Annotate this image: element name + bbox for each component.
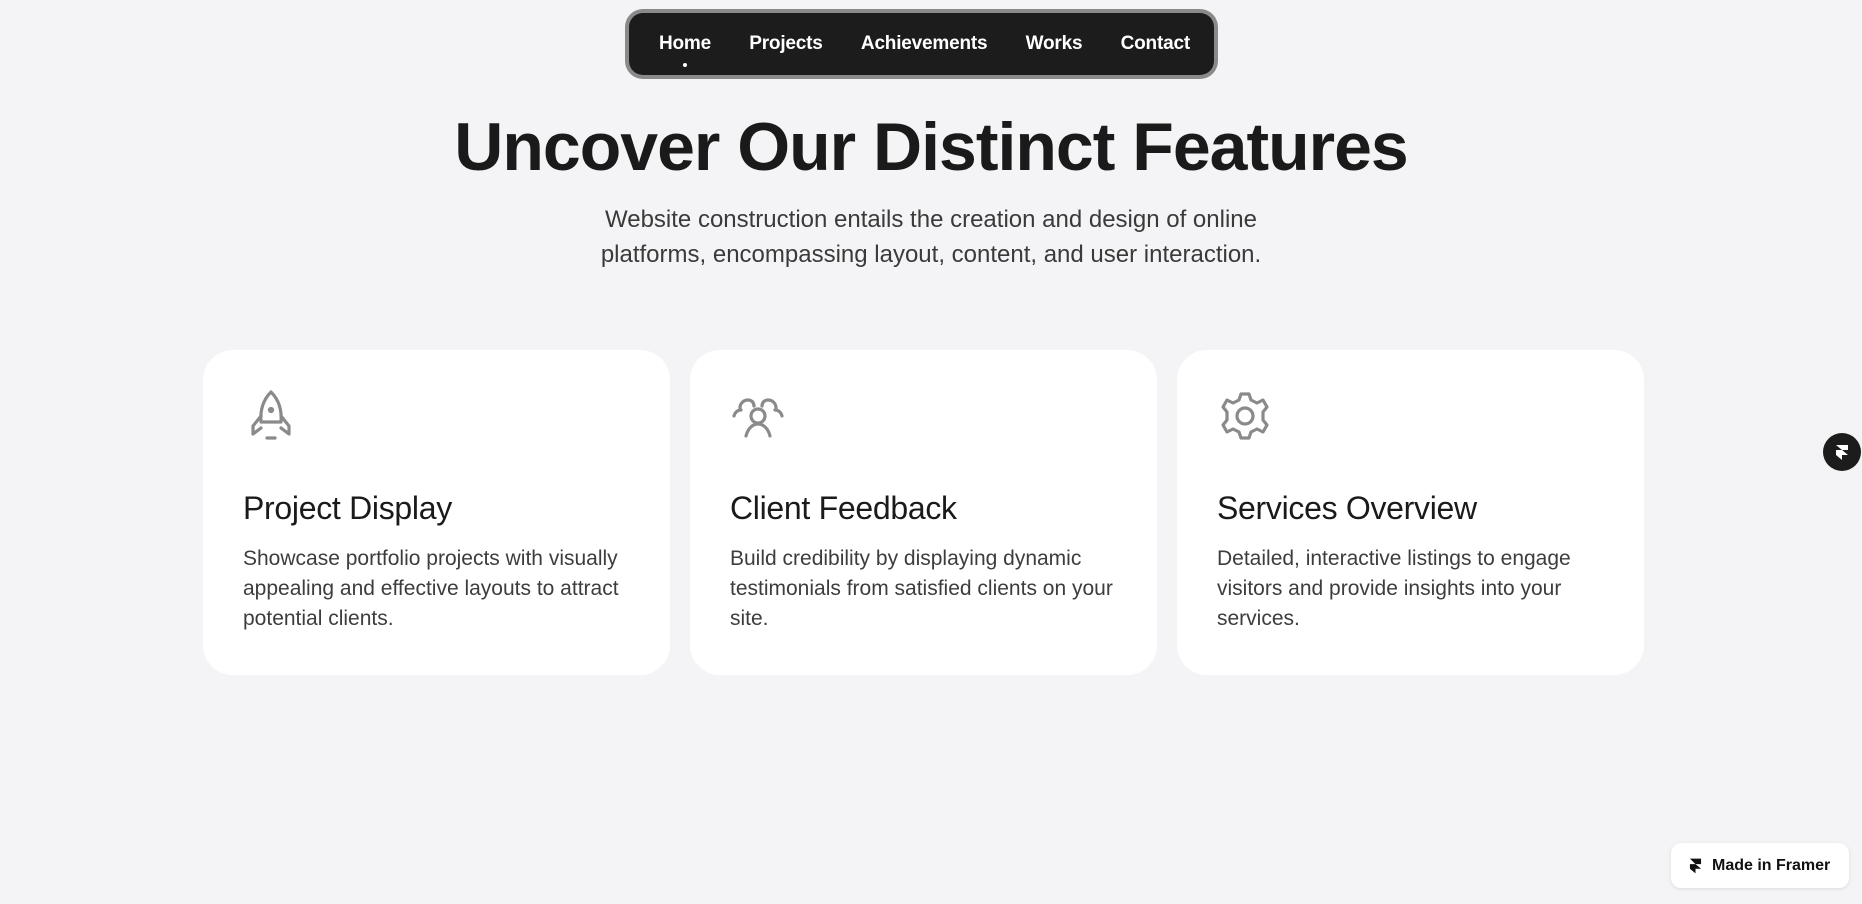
active-indicator-dot — [683, 63, 687, 67]
nav-item-contact[interactable]: Contact — [1120, 33, 1191, 55]
framer-logo-icon — [1689, 858, 1702, 873]
nav-item-label: Achievements — [860, 33, 988, 54]
card-text: Detailed, interactive listings to engage… — [1217, 547, 1571, 630]
made-in-framer-label: Made in Framer — [1712, 856, 1831, 874]
nav-item-works[interactable]: Works — [1026, 33, 1083, 55]
card-text: Showcase portfolio projects with visuall… — [243, 547, 619, 630]
rocket-icon — [251, 390, 291, 440]
card-title: Client Feedback — [730, 490, 957, 526]
card-text: Build credibility by displaying dynamic … — [730, 547, 1113, 630]
page-title: Uncover Our Distinct Features — [454, 109, 1408, 185]
users-icon — [732, 398, 784, 438]
nav-item-projects[interactable]: Projects — [749, 33, 823, 55]
nav-bar: Home Projects Achievements Works Contact — [625, 9, 1218, 79]
nav: Home Projects Achievements Works Contact — [629, 13, 1214, 75]
nav-item-home[interactable]: Home — [659, 33, 711, 67]
subtitle-line-2: platforms, encompassing layout, content,… — [600, 241, 1262, 268]
nav-item-label: Home — [659, 33, 711, 54]
card-title: Services Overview — [1217, 490, 1477, 526]
page: Home Projects Achievements Works Contact… — [0, 0, 1862, 904]
feature-card-client-feedback: Client Feedback Build credibility by dis… — [690, 350, 1157, 675]
nav-item-label: Works — [1025, 33, 1083, 54]
feature-card-services-overview: Services Overview Detailed, interactive … — [1177, 350, 1644, 675]
subtitle-line-1: Website construction entails the creatio… — [605, 206, 1257, 233]
card-title: Project Display — [243, 490, 452, 526]
feature-cards: Project Display Showcase portfolio proje… — [203, 350, 1644, 675]
framer-logo-icon — [1836, 445, 1848, 460]
feature-card-project-display: Project Display Showcase portfolio proje… — [203, 350, 670, 675]
nav-item-label: Contact — [1120, 33, 1191, 54]
made-in-framer-badge[interactable]: Made in Framer — [1671, 843, 1849, 888]
framer-floating-button[interactable] — [1823, 433, 1861, 471]
nav-item-label: Projects — [749, 33, 823, 54]
gear-icon — [1221, 392, 1269, 440]
nav-item-achievements[interactable]: Achievements — [860, 33, 988, 55]
page-subtitle: Website construction entails the creatio… — [561, 202, 1301, 272]
